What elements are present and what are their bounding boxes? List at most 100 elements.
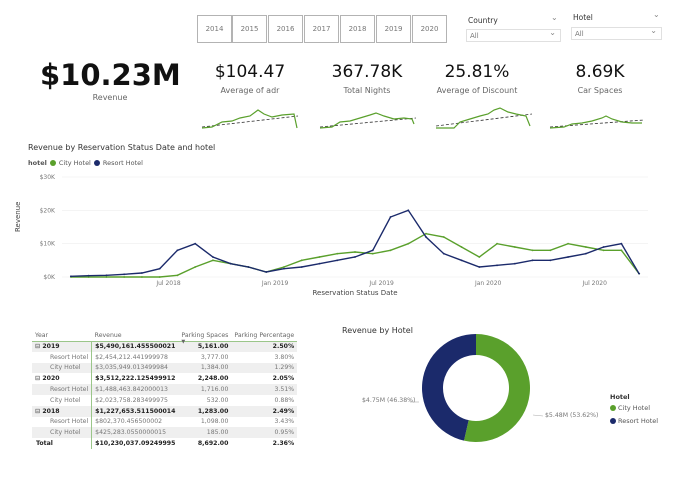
col-revenue[interactable]: Revenue bbox=[92, 327, 179, 341]
resort-hotel-line bbox=[70, 209, 640, 277]
resort-hotel-point bbox=[265, 271, 268, 273]
parking-spaces-cell: 2,248.00 bbox=[178, 373, 231, 384]
revenue-cell: $425,283.0550000015 bbox=[91, 427, 179, 439]
city-hotel-point bbox=[389, 249, 392, 252]
parking-spaces-cell: 1,716.00 bbox=[178, 384, 232, 395]
year-button-2016[interactable]: 2016 bbox=[268, 15, 303, 43]
cell-text: 3.43% bbox=[274, 418, 295, 426]
year-group-row[interactable]: ⊟ 2018 $1,227,653.511500014 1,283.00 2.49% bbox=[32, 405, 298, 417]
cell-text: 185.00 bbox=[206, 429, 229, 437]
year-button-2014[interactable]: 2014 bbox=[197, 15, 232, 43]
resort-hotel-point bbox=[158, 267, 161, 270]
cell-text: 0.95% bbox=[274, 429, 295, 437]
donut-legend-city[interactable]: City Hotel bbox=[610, 404, 650, 412]
revenue-kpi-value: $10.23M bbox=[40, 58, 181, 92]
country-value: All bbox=[470, 32, 479, 40]
revenue-cell: $802,370.456500002 bbox=[91, 416, 179, 428]
parking-percentage-cell: 2.05% bbox=[231, 373, 297, 384]
cell-text: $1,227,653.511500014 bbox=[95, 407, 176, 415]
city-hotel-point bbox=[602, 249, 605, 252]
cell-text: Resort Hotel bbox=[50, 418, 89, 426]
year-button-2018[interactable]: 2018 bbox=[340, 15, 375, 43]
chevron-down-icon[interactable]: ⌄ bbox=[653, 10, 660, 19]
parking-percentage-cell: 2.50% bbox=[231, 341, 298, 352]
city-hotel-point bbox=[496, 242, 498, 245]
country-slicer-label: Country bbox=[468, 16, 498, 25]
year-button-2019[interactable]: 2019 bbox=[376, 15, 411, 43]
year-group-row[interactable]: ⊟ 2020 $3,512,222.125499912 2,248.00 2.05% bbox=[32, 373, 297, 385]
resort-hotel-point bbox=[602, 246, 605, 248]
y-tick-label: $20K bbox=[40, 207, 56, 214]
city-hotel-point bbox=[567, 242, 569, 245]
parking-spaces-cell: 1,384.00 bbox=[178, 362, 232, 374]
cell-text: Resort Hotel bbox=[50, 353, 89, 361]
resort-hotel-point bbox=[87, 274, 90, 277]
city-hotel-point bbox=[105, 276, 108, 278]
cell-text: 2019 bbox=[42, 343, 60, 351]
resort-hotel-point bbox=[283, 267, 285, 270]
city-hotel-point bbox=[425, 232, 427, 235]
table-row: City Hotel $425,283.0550000015 185.00 0.95% bbox=[32, 427, 298, 439]
hotel-dropdown[interactable]: All ⌄ bbox=[571, 26, 662, 40]
revenue-cell: $1,488,463.842000013 bbox=[91, 384, 179, 395]
city-data-label: $5.48M (53.62%) bbox=[545, 412, 599, 419]
col-parking-percentage[interactable]: Parking Percentage bbox=[231, 327, 297, 341]
city-hotel-point bbox=[283, 266, 285, 268]
parking-spaces-cell: 532.00 bbox=[178, 395, 231, 406]
chevron-down-icon[interactable]: ⌄ bbox=[551, 13, 558, 22]
city-hotel-point bbox=[176, 274, 179, 277]
resort-hotel-point bbox=[478, 266, 481, 268]
cell-text: 3,777.00 bbox=[200, 353, 229, 361]
city-hotel-point bbox=[584, 246, 587, 248]
resort-hotel-point bbox=[389, 216, 392, 218]
leader-line bbox=[532, 414, 544, 417]
resort-hotel-point bbox=[318, 262, 321, 265]
parking-percentage-cell: 1.29% bbox=[231, 362, 298, 374]
cell-text: $425,283.0550000015 bbox=[95, 429, 167, 437]
donut-legend-resort[interactable]: Resort Hotel bbox=[610, 417, 658, 425]
city-hotel-point bbox=[460, 246, 463, 248]
x-tick-label: Jul 2019 bbox=[368, 280, 394, 287]
y-tick-label: $10K bbox=[40, 241, 56, 248]
nights-kpi-value: 367.78K bbox=[331, 62, 403, 82]
line-chart-title: Revenue by Reservation Status Date and h… bbox=[28, 143, 216, 152]
resort-hotel-point bbox=[460, 259, 463, 262]
cell-text: 2020 bbox=[42, 375, 60, 383]
cell-text: 2.50% bbox=[272, 343, 295, 351]
year-cell: ⊟ 2018 bbox=[32, 405, 92, 417]
chevron-down-icon: ⌄ bbox=[650, 26, 657, 35]
table-row: Resort Hotel $1,488,463.842000013 1,716.00… bbox=[32, 384, 298, 395]
resort-hotel-point bbox=[123, 273, 126, 276]
year-button-2017[interactable]: 2017 bbox=[304, 15, 339, 43]
nights-sparkline bbox=[319, 112, 417, 129]
cell-text: City Hotel bbox=[50, 429, 81, 437]
year-group-row[interactable]: ⊟ 2019 $5,490,161.455500021 5,161.00 2.50% bbox=[32, 341, 298, 352]
cars-kpi-value: 8.69K bbox=[575, 62, 625, 82]
resort-hotel-point bbox=[584, 252, 587, 255]
parking-spaces-cell: 8,692.00 bbox=[178, 438, 231, 449]
parking-spaces-cell: 1,098.00 bbox=[178, 417, 231, 428]
col-year[interactable]: Year bbox=[32, 327, 92, 341]
cell-text: $3,035,949.013499984 bbox=[95, 364, 168, 372]
resort-hotel-point bbox=[407, 209, 410, 212]
year-cell: City Hotel bbox=[32, 427, 92, 439]
city-hotel-point bbox=[336, 252, 339, 255]
x-tick-label: Jul 2018 bbox=[155, 280, 181, 287]
year-cell: Resort Hotel bbox=[32, 384, 92, 395]
year-cell: ⊟ 2019 bbox=[32, 341, 92, 352]
parking-percentage-cell: 3.43% bbox=[231, 417, 297, 428]
table-row: City Hotel $3,035,949.013499984 1,384.00 1.… bbox=[32, 362, 298, 374]
revenue-cell: $5,490,161.455500021 bbox=[91, 341, 179, 352]
resort-hotel-point bbox=[300, 266, 303, 268]
adr-kpi-value: $104.47 bbox=[214, 62, 286, 82]
resort-hotel-point bbox=[620, 242, 623, 245]
year-button-2020[interactable]: 2020 bbox=[412, 15, 447, 43]
country-dropdown[interactable]: All ⌄ bbox=[466, 28, 561, 42]
revenue-kpi-label: Revenue bbox=[92, 93, 128, 102]
revenue-matrix-table: Year Revenue Parking Spaces ▼ Parking Per… bbox=[32, 327, 298, 449]
resort-hotel-legend-dot bbox=[610, 418, 616, 424]
col-parking-spaces[interactable]: Parking Spaces ▼ bbox=[178, 327, 231, 345]
parking-spaces-cell: 1,283.00 bbox=[178, 405, 232, 417]
city-hotel-point bbox=[531, 249, 534, 252]
year-button-2015[interactable]: 2015 bbox=[232, 15, 267, 43]
